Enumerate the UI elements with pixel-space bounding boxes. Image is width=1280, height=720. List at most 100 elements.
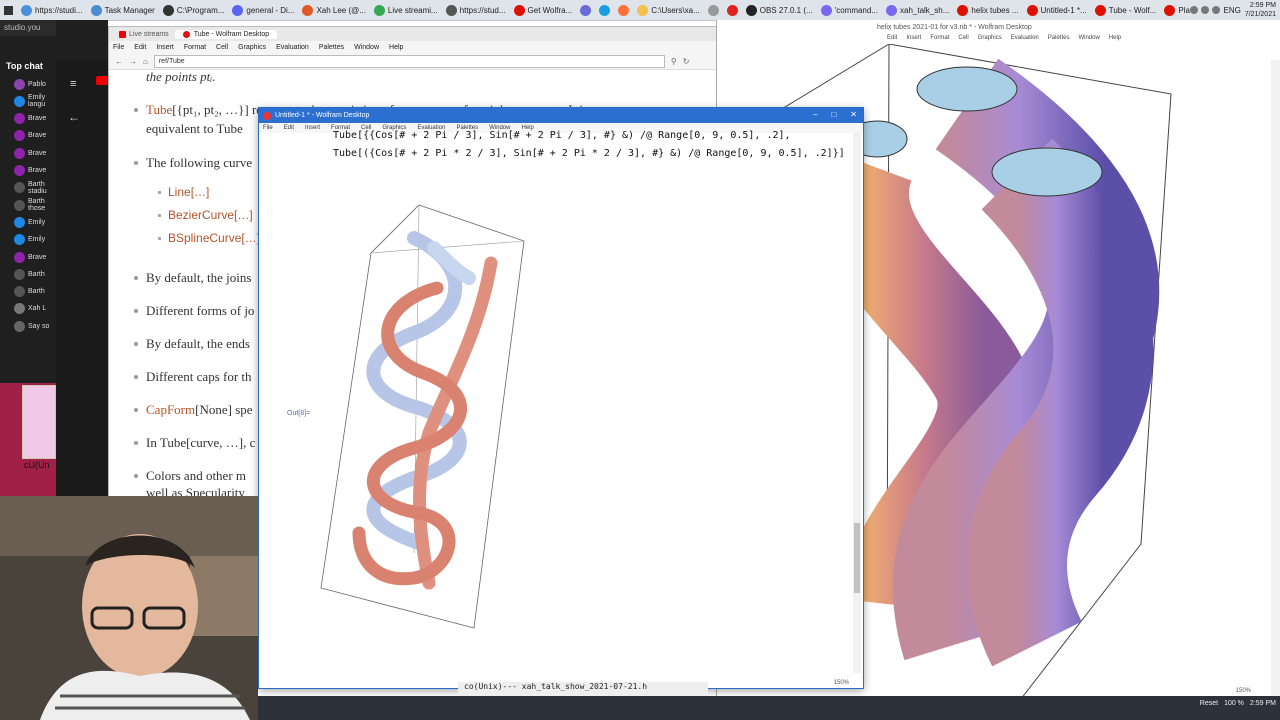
right-zoom-level[interactable]: 150%	[1236, 688, 1251, 694]
app-icon	[745, 4, 757, 16]
chat-message[interactable]: Barth stadiu	[14, 180, 58, 196]
chat-message[interactable]: Xah L	[14, 301, 58, 317]
bezier-curve-link[interactable]: BezierCurve[…]	[158, 208, 253, 222]
capform-link[interactable]: CapForm	[146, 402, 195, 417]
menu-item-palettes[interactable]: Palettes	[319, 44, 344, 51]
right-scrollbar[interactable]	[1271, 60, 1280, 700]
windows-menu-icon[interactable]	[0, 0, 17, 20]
taskbar-item[interactable]: C:\Users\xa...	[633, 0, 703, 20]
taskbar-item[interactable]: Task Manager	[87, 0, 159, 20]
tab-tube[interactable]: Tube - Wolfram Desktop	[174, 29, 278, 39]
doc-bullet-8: In Tube[curve, …], c	[133, 435, 256, 450]
front-zoom-level[interactable]: 150%	[834, 680, 849, 686]
reset-button[interactable]: Reset	[1200, 700, 1218, 707]
taskbar-item[interactable]: xah_talk_sh...	[882, 0, 953, 20]
clock-date: 7/21/2021	[1244, 11, 1276, 18]
taskbar-item[interactable]: general - Di...	[228, 0, 298, 20]
bottom-clock[interactable]: 2:59 PM	[1250, 700, 1276, 707]
taskbar-item[interactable]: https://studi...	[17, 0, 87, 20]
scroll-thumb[interactable]	[854, 523, 860, 593]
taskbar-item[interactable]: Live streami...	[370, 0, 442, 20]
refresh-icon[interactable]: ↻	[683, 57, 690, 66]
chat-author: Emily langu	[28, 94, 46, 109]
chat-message[interactable]: Barth	[14, 266, 58, 282]
tray-icons[interactable]	[1189, 6, 1220, 14]
doc-bullet-3: By default, the joins	[133, 270, 252, 285]
taskbar-item[interactable]: Untitled-1 *...	[1023, 0, 1091, 20]
doc-line-top: the points ptᵢ.	[146, 69, 216, 84]
menu-item-insert[interactable]: Insert	[156, 44, 174, 51]
person-image	[0, 496, 258, 720]
menu-item-edit[interactable]: Edit	[284, 125, 294, 131]
tab-live-streams[interactable]: Live streams	[113, 30, 175, 39]
chat-author: Brave	[28, 132, 47, 140]
chat-author: Brave	[28, 253, 47, 261]
chat-message[interactable]: Pablo	[14, 76, 58, 92]
chat-message[interactable]: Emily	[14, 214, 58, 230]
menu-item-graphics[interactable]: Graphics	[238, 44, 266, 51]
language-indicator[interactable]: ENG	[1224, 6, 1241, 15]
chat-message[interactable]: Brave	[14, 111, 58, 127]
close-button[interactable]: ✕	[850, 110, 857, 119]
back-icon[interactable]: ←	[115, 57, 123, 66]
chat-message[interactable]: Barth	[14, 284, 58, 300]
code-line-1[interactable]: Tube[{{Cos[# + 2 Pi / 3], Sin[# + 2 Pi /…	[333, 130, 791, 141]
back-arrow-icon[interactable]: ←	[68, 110, 80, 124]
menu-item-help[interactable]: Help	[389, 44, 403, 51]
app-icon	[707, 4, 719, 16]
taskbar-item-label: Xah Lee (@...	[316, 5, 366, 15]
chat-header[interactable]: Top chat	[0, 58, 56, 76]
menu-item-insert[interactable]: Insert	[305, 125, 320, 131]
taskbar-item-label: https://stud...	[459, 5, 506, 15]
taskbar-item[interactable]: C:\Program...	[159, 0, 229, 20]
search-icon[interactable]: ⚲	[671, 57, 677, 66]
triple-helix-graphic[interactable]	[319, 203, 549, 633]
maximize-button[interactable]: □	[831, 110, 836, 119]
clock[interactable]: 2:59 PM 7/21/2021	[1245, 1, 1276, 19]
code-line-2[interactable]: Tube[({Cos[# + 2 Pi * 2 / 3], Sin[# + 2 …	[333, 148, 845, 159]
minimize-button[interactable]: –	[813, 110, 817, 119]
tube-link[interactable]: Tube	[146, 102, 172, 117]
doc-bullet-6: Different caps for th	[134, 369, 252, 384]
menu-item-edit[interactable]: Edit	[134, 44, 146, 51]
home-icon[interactable]: ⌂	[143, 57, 148, 66]
taskbar-item[interactable]: helix tubes ...	[953, 0, 1022, 20]
taskbar-item[interactable]: Get Wolfra...	[510, 0, 577, 20]
taskbar-item[interactable]	[704, 0, 723, 20]
line-link[interactable]: Line[…]	[157, 185, 209, 199]
menu-icon[interactable]: ≡	[70, 78, 76, 90]
chat-message[interactable]: Brave	[14, 128, 58, 144]
chat-message[interactable]: Brave	[14, 249, 58, 265]
taskbar-item[interactable]: Tube - Wolf...	[1091, 0, 1161, 20]
output-label: Out[8]=	[287, 410, 311, 417]
menu-item-cell[interactable]: Cell	[216, 44, 228, 51]
menu-item-evaluation[interactable]: Evaluation	[276, 44, 309, 51]
forward-icon[interactable]: →	[129, 57, 137, 66]
taskbar-item[interactable]	[614, 0, 633, 20]
taskbar-item[interactable]: Xah Lee (@...	[298, 0, 369, 20]
top-taskbar: https://studi... Task Manager C:\Program..…	[0, 0, 1280, 21]
chat-message[interactable]: Emily langu	[14, 93, 58, 109]
taskbar-item[interactable]	[576, 0, 595, 20]
taskbar-item[interactable]: https://stud...	[442, 0, 510, 20]
taskbar-item[interactable]	[595, 0, 614, 20]
menu-item-window[interactable]: Window	[354, 44, 379, 51]
chat-message[interactable]: Brave	[14, 145, 58, 161]
bspline-curve-link[interactable]: BSplineCurve[…]	[157, 231, 260, 245]
menu-item-format[interactable]: Format	[184, 44, 206, 51]
zoom-percent[interactable]: 100 %	[1224, 700, 1244, 707]
chat-message[interactable]: Brave	[14, 163, 58, 179]
taskbar-item-label: Untitled-1 *...	[1040, 5, 1087, 15]
menu-item-file[interactable]: File	[113, 44, 124, 51]
doc-address-input[interactable]: ref/Tube	[153, 54, 665, 68]
front-scrollbar[interactable]	[853, 133, 861, 673]
menu-item-file[interactable]: File	[263, 125, 273, 131]
taskbar-item[interactable]: 'command...	[817, 0, 882, 20]
chat-message[interactable]: Barth those	[14, 197, 58, 213]
address-bar[interactable]: studio.you	[0, 20, 56, 36]
taskbar-item[interactable]: OBS 27.0.1 (...	[742, 0, 817, 20]
chat-message[interactable]: Say so	[14, 318, 58, 334]
chat-message[interactable]: Emily	[14, 232, 58, 248]
avatar	[14, 251, 25, 263]
taskbar-item[interactable]	[723, 0, 742, 20]
